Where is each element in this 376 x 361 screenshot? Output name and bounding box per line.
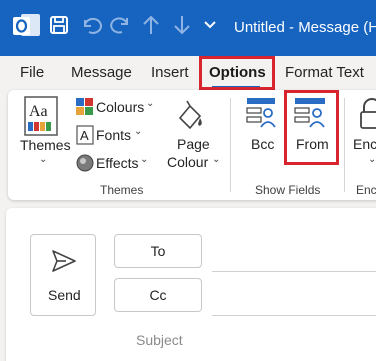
previous-item-icon[interactable] bbox=[142, 14, 160, 36]
fonts-button[interactable]: A Fonts ⌄ bbox=[74, 124, 158, 146]
to-input[interactable] bbox=[212, 234, 376, 270]
lock-icon bbox=[360, 98, 376, 135]
colours-icon bbox=[76, 98, 94, 121]
page-colour-button[interactable]: Page Colour ⌄ bbox=[164, 94, 220, 174]
undo-icon[interactable] bbox=[80, 14, 102, 36]
themes-label: Themes bbox=[20, 137, 71, 153]
chevron-down-icon: ⌄ bbox=[212, 154, 221, 165]
tab-file[interactable]: File bbox=[20, 64, 44, 81]
outlook-icon bbox=[12, 12, 42, 40]
to-field-line bbox=[212, 271, 376, 272]
show-fields-group-label: Show Fields bbox=[255, 183, 321, 197]
chevron-down-icon: ⌄ bbox=[146, 98, 155, 109]
themes-group-label: Themes bbox=[100, 183, 144, 197]
fonts-icon: A bbox=[76, 125, 94, 150]
next-item-icon[interactable] bbox=[173, 14, 191, 36]
tab-insert[interactable]: Insert bbox=[151, 64, 189, 81]
encrypt-button[interactable]: Encr ⌄ bbox=[352, 94, 376, 170]
svg-text:A: A bbox=[80, 128, 89, 143]
effects-icon bbox=[76, 153, 94, 178]
cc-input[interactable] bbox=[212, 278, 376, 314]
cc-button[interactable]: Cc bbox=[114, 278, 202, 312]
encrypt-group-label: Encr bbox=[356, 183, 376, 197]
cc-label: Cc bbox=[149, 287, 167, 303]
page-colour-icon bbox=[174, 98, 208, 137]
options-tab-highlight bbox=[199, 56, 275, 90]
save-icon[interactable] bbox=[49, 14, 69, 36]
chevron-down-icon: ⌄ bbox=[134, 126, 143, 137]
from-button-highlight bbox=[284, 90, 339, 165]
to-label: To bbox=[150, 243, 166, 259]
title-bar: Untitled - Message (HT bbox=[0, 0, 376, 56]
subject-label: Subject bbox=[136, 332, 183, 348]
page-colour-label-line1: Page bbox=[177, 136, 210, 152]
tab-format-text[interactable]: Format Text bbox=[285, 64, 364, 81]
chevron-down-icon: ⌄ bbox=[39, 154, 48, 165]
group-divider bbox=[344, 98, 345, 192]
redo-icon[interactable] bbox=[110, 14, 132, 36]
themes-button[interactable]: Aa Themes ⌄ bbox=[18, 94, 71, 170]
encrypt-label: Encr bbox=[353, 136, 376, 152]
send-label: Send bbox=[48, 287, 81, 303]
to-button[interactable]: To bbox=[114, 234, 202, 268]
bcc-icon bbox=[246, 96, 278, 135]
colours-button[interactable]: Colours ⌄ bbox=[74, 96, 158, 118]
colours-label: Colours bbox=[96, 99, 145, 115]
tab-message[interactable]: Message bbox=[71, 64, 132, 81]
chevron-down-icon: ⌄ bbox=[368, 154, 376, 165]
themes-icon: Aa bbox=[24, 96, 58, 141]
send-button[interactable]: Send bbox=[30, 234, 96, 316]
customize-toolbar-icon[interactable] bbox=[203, 18, 217, 34]
cc-field-line bbox=[212, 315, 376, 316]
bcc-label: Bcc bbox=[251, 136, 275, 152]
subject-input[interactable] bbox=[196, 326, 376, 356]
page-colour-label-line2: Colour bbox=[167, 154, 209, 170]
fonts-label: Fonts bbox=[96, 127, 132, 143]
chevron-down-icon: ⌄ bbox=[140, 154, 149, 165]
effects-label: Effects bbox=[96, 155, 139, 171]
send-icon bbox=[51, 249, 77, 278]
svg-text:Aa: Aa bbox=[29, 103, 48, 120]
bcc-button[interactable]: Bcc bbox=[240, 94, 284, 158]
window-title: Untitled - Message (HT bbox=[234, 19, 376, 36]
ribbon-tabs: File Message Insert Options Format Text bbox=[0, 56, 376, 90]
effects-button[interactable]: Effects ⌄ bbox=[74, 152, 158, 174]
group-divider bbox=[230, 98, 231, 192]
